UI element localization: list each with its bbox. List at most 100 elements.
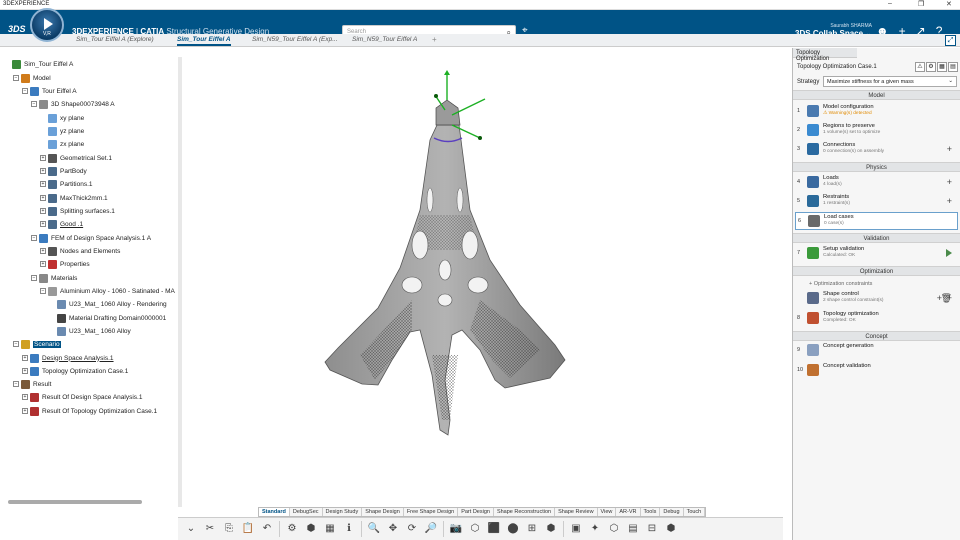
warning-icon[interactable]: ⚠ — [915, 62, 925, 72]
fullscreen-icon[interactable]: ⤢ — [945, 35, 956, 46]
workflow-step[interactable]: 10 Concept validation — [795, 362, 958, 380]
tree-node[interactable]: + Geometrical Set.1 — [40, 152, 112, 164]
expand-icon[interactable]: + — [40, 221, 46, 227]
eiffel-tower-model[interactable] — [324, 70, 566, 436]
grid-icon[interactable]: ▦ — [937, 62, 947, 72]
toolbar-command-icon[interactable]: ⬢ — [544, 522, 558, 536]
settings-icon[interactable]: ⚙ — [926, 62, 936, 72]
expand-icon[interactable]: + — [40, 195, 46, 201]
tree-node[interactable]: Sim_Tour Eiffel A — [4, 58, 73, 70]
add-icon[interactable]: + — [947, 196, 952, 206]
workflow-step[interactable]: 1 Model configuration ⚠ Warning(s) detecte… — [795, 103, 958, 121]
toolbar-command-icon[interactable]: ⬢ — [304, 522, 318, 536]
toolbar-command-icon[interactable]: ⊟ — [645, 522, 659, 536]
tree-node[interactable]: xy plane — [40, 112, 84, 124]
tab-sim-n59[interactable]: Sim_N59_Tour Eiffel A — [352, 36, 417, 43]
toolbar-tab[interactable]: AR-VR — [616, 508, 641, 516]
workflow-step[interactable]: 2 Regions to preserve 1 volume(s) set to o… — [795, 122, 958, 140]
toolbar-command-icon[interactable]: ✂ — [203, 522, 217, 536]
minimize-button[interactable]: – — [888, 0, 892, 7]
strategy-select[interactable]: Maximize stiffness for a given mass ⌄ — [823, 76, 957, 87]
toolbar-command-icon[interactable]: ⊞ — [525, 522, 539, 536]
tree-node[interactable]: + Topology Optimization Case.1 — [22, 365, 128, 377]
toolbar-tab[interactable]: Touch — [684, 508, 706, 516]
collapse-icon[interactable]: − — [13, 341, 19, 347]
tree-node[interactable]: yz plane — [40, 125, 84, 137]
workflow-step[interactable]: Shape control 2 shape control constraint(… — [795, 290, 958, 308]
toolbar-tab[interactable]: DebugSec — [290, 508, 323, 516]
tree-scrollbar[interactable] — [178, 57, 182, 507]
toolbar-tab[interactable]: Shape Reconstruction — [494, 508, 556, 516]
tree-node[interactable]: − Materials — [31, 272, 77, 284]
toolbar-command-icon[interactable]: ▣ — [569, 522, 583, 536]
tree-node[interactable]: + PartBody — [40, 165, 87, 177]
ds-logo[interactable]: 3DS — [8, 24, 26, 34]
workflow-step[interactable]: 3 Connections 0 connection(s) on assembly + — [795, 141, 958, 159]
tree-node[interactable]: − Model — [13, 72, 51, 84]
toolbar-command-icon[interactable]: ✦ — [588, 522, 602, 536]
expand-icon[interactable]: + — [22, 368, 28, 374]
tree-node[interactable]: − Tour Eiffel A — [22, 85, 77, 97]
toolbar-command-icon[interactable]: 📋 — [241, 522, 255, 536]
add-icon[interactable]: + — [947, 177, 952, 187]
tree-node[interactable]: − FEM of Design Space Analysis.1 A — [31, 232, 151, 244]
tree-node[interactable]: − Result — [13, 378, 51, 390]
expand-icon[interactable]: + — [40, 208, 46, 214]
add-tab-button[interactable]: + — [432, 35, 437, 44]
toolbar-command-icon[interactable]: ▤ — [626, 522, 640, 536]
tab-sim-tour-eiffel-explore[interactable]: Sim_Tour Eiffel A (Explore) — [76, 36, 154, 43]
workflow-step[interactable]: 8 Topology optimization Completed: OK — [795, 310, 958, 328]
toolbar-command-icon[interactable]: ⎘ — [222, 522, 236, 536]
toolbar-tab[interactable]: Tools — [641, 508, 661, 516]
toolbar-command-icon[interactable]: ⬢ — [664, 522, 678, 536]
toolbar-command-icon[interactable]: ⟳ — [405, 522, 419, 536]
collapse-icon[interactable]: − — [40, 288, 46, 294]
expand-icon[interactable]: + — [40, 155, 46, 161]
restore-button[interactable]: ❐ — [918, 0, 924, 8]
toolbar-command-icon[interactable]: 🔎 — [424, 522, 438, 536]
tree-node[interactable]: + Splitting surfaces.1 — [40, 205, 115, 217]
workflow-step[interactable]: 6 Load cases 0 case(s) — [795, 212, 958, 230]
tree-node[interactable]: − 3D Shape00073948 A — [31, 98, 115, 110]
toolbar-tab[interactable]: Free Shape Design — [404, 508, 459, 516]
run-icon[interactable] — [946, 249, 952, 257]
expand-icon[interactable]: + — [22, 408, 28, 414]
tree-node[interactable]: + MaxThick2mm.1 — [40, 192, 108, 204]
compass-widget[interactable]: V,R — [30, 8, 64, 42]
toolbar-command-icon[interactable]: 🔍 — [367, 522, 381, 536]
toolbar-tab[interactable]: Shape Review — [555, 508, 598, 516]
toolbar-command-icon[interactable]: ⬡ — [607, 522, 621, 536]
toolbar-tab[interactable]: View — [598, 508, 617, 516]
toolbar-tab[interactable]: Standard — [259, 508, 290, 516]
collapse-icon[interactable]: − — [31, 101, 37, 107]
workflow-step[interactable]: 9 Concept generation — [795, 342, 958, 360]
toolbar-tab[interactable]: Shape Design — [362, 508, 404, 516]
tree-node[interactable]: + Result Of Topology Optimization Case.1 — [22, 405, 157, 417]
table-icon[interactable]: ▤ — [948, 62, 958, 72]
tree-horizontal-scrollbar[interactable] — [8, 500, 142, 504]
tree-node[interactable]: U23_Mat_ 1060 Alloy - Rendering — [49, 298, 167, 310]
tree-node[interactable]: Material Drafting Domain0000001 — [49, 312, 166, 324]
toolbar-command-icon[interactable]: ⬤ — [506, 522, 520, 536]
collapse-icon[interactable]: − — [31, 275, 37, 281]
expand-icon[interactable]: + — [40, 261, 46, 267]
tab-sim-n59-explore[interactable]: Sim_N59_Tour Eiffel A (Exp... — [252, 36, 338, 43]
expand-icon[interactable]: + — [40, 168, 46, 174]
workflow-step[interactable]: 7 Setup validation Calculated: OK — [795, 245, 958, 263]
expand-icon[interactable]: + — [40, 181, 46, 187]
collapse-icon[interactable]: − — [13, 75, 19, 81]
add-optimization-constraints[interactable]: + Optimization constraints — [809, 281, 872, 287]
tab-sim-tour-eiffel[interactable]: Sim_Tour Eiffel A — [177, 36, 231, 46]
tree-node[interactable]: + Properties — [40, 258, 90, 270]
tree-node[interactable]: + Design Space Analysis.1 — [22, 352, 114, 364]
tree-node[interactable]: + Partitions.1 — [40, 178, 93, 190]
close-button[interactable]: ✕ — [946, 0, 952, 8]
tree-node[interactable]: + Result Of Design Space Analysis.1 — [22, 391, 142, 403]
collapse-icon[interactable]: − — [22, 88, 28, 94]
toolbar-command-icon[interactable]: ✥ — [386, 522, 400, 536]
toolbar-tab[interactable]: Design Study — [323, 508, 363, 516]
expand-icon[interactable]: + — [40, 248, 46, 254]
tree-node[interactable]: U23_Mat_ 1060 Alloy — [49, 325, 131, 337]
toolbar-command-icon[interactable]: ▦ — [323, 522, 337, 536]
expand-icon[interactable]: + — [22, 394, 28, 400]
